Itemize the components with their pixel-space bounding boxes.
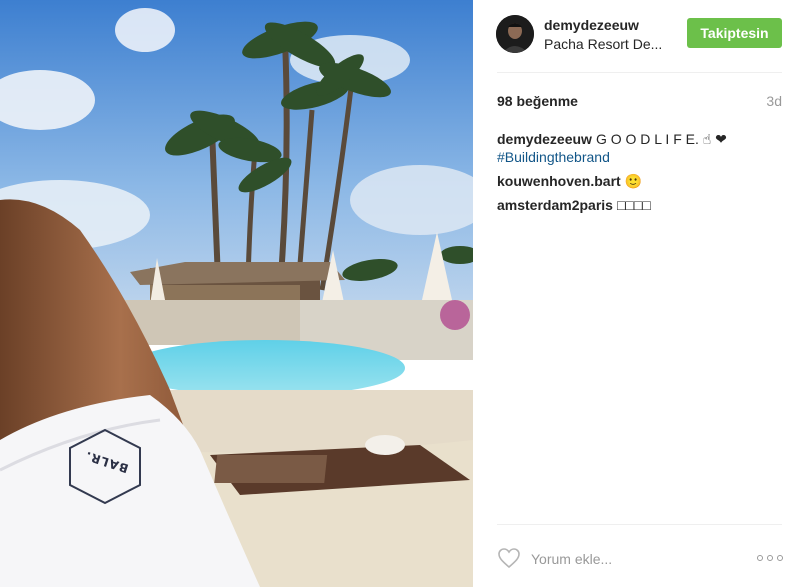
dot-icon bbox=[777, 555, 783, 561]
avatar[interactable] bbox=[496, 15, 534, 53]
footer-divider bbox=[497, 524, 782, 525]
comment-composer bbox=[473, 540, 800, 576]
comment-username[interactable]: demydezeeuw bbox=[497, 131, 592, 147]
post-details-panel: demydezeeuw Pacha Resort De... Takiptesi… bbox=[473, 0, 800, 587]
comment-text: G O O D L I F E. ☝ ❤ bbox=[595, 131, 727, 147]
heart-outline-icon[interactable] bbox=[497, 547, 521, 569]
post-time[interactable]: 3d bbox=[766, 93, 782, 109]
comment-username[interactable]: amsterdam2paris bbox=[497, 197, 613, 213]
more-options-icon[interactable] bbox=[757, 550, 783, 566]
profile-photo-icon bbox=[496, 15, 534, 53]
dot-icon bbox=[767, 555, 773, 561]
post-header: demydezeeuw Pacha Resort De... Takiptesi… bbox=[473, 0, 800, 72]
beach-resort-photo bbox=[0, 0, 473, 587]
dot-icon bbox=[757, 555, 763, 561]
header-divider bbox=[497, 72, 782, 73]
comments-list: demydezeeuw G O O D L I F E. ☝ ❤ #Buildin… bbox=[497, 130, 787, 220]
following-button[interactable]: Takiptesin bbox=[687, 18, 782, 48]
comment-username[interactable]: kouwenhoven.bart bbox=[497, 173, 621, 189]
hashtag-link[interactable]: #Buildingthebrand bbox=[497, 148, 787, 166]
likes-count[interactable]: 98 beğenme bbox=[497, 93, 578, 109]
comment-item: kouwenhoven.bart 🙂 bbox=[497, 172, 787, 190]
post-username[interactable]: demydezeeuw bbox=[544, 17, 639, 33]
post-location[interactable]: Pacha Resort De... bbox=[544, 36, 674, 52]
post-photo[interactable]: BALR. bbox=[0, 0, 473, 587]
comment-item: amsterdam2paris □□□□ bbox=[497, 196, 787, 214]
comment-text: 🙂 bbox=[624, 173, 643, 189]
comment-input[interactable] bbox=[529, 547, 753, 571]
caption: demydezeeuw G O O D L I F E. ☝ ❤ #Buildin… bbox=[497, 130, 787, 166]
instagram-post: BALR. demydezeeuw Pacha Resort De... Tak… bbox=[0, 0, 800, 587]
comment-text: □□□□ bbox=[616, 197, 651, 213]
